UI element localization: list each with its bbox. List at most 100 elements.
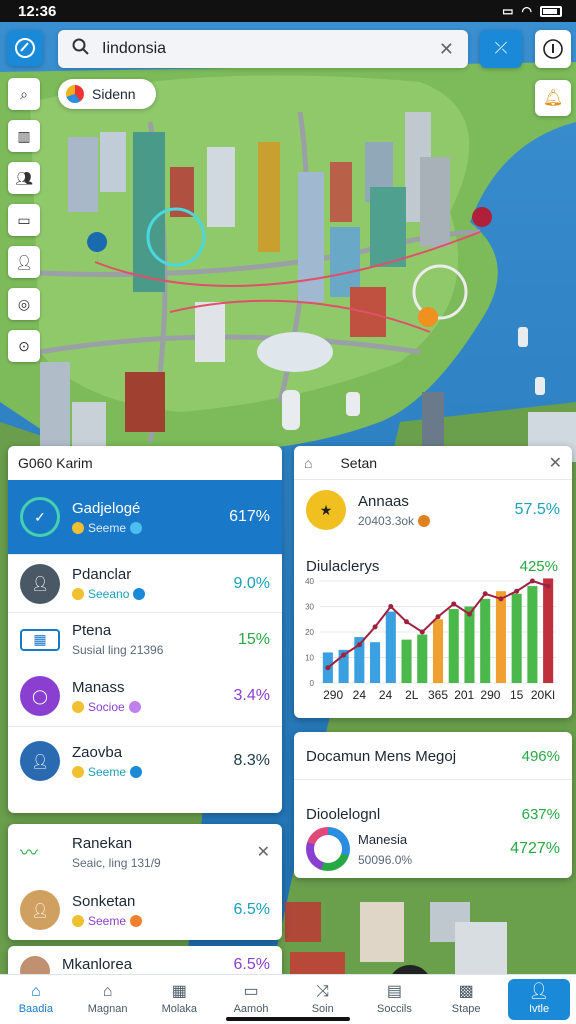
map-toolbar: ⌕ ▥ 👥︎ ▭ 👤︎ ◎ ⊙ (8, 78, 40, 362)
card-icon: ▤ (386, 983, 403, 1000)
item-sub: Seeano (88, 587, 130, 601)
people-icon[interactable]: 👥︎ (8, 162, 40, 194)
status-time: 12:36 (18, 2, 57, 20)
item-title: Manass (72, 678, 125, 696)
donut-label: Manesia (358, 831, 408, 847)
nav-label: Ivtle (528, 1003, 550, 1015)
line-point (498, 596, 504, 602)
stats-icon[interactable]: ▥ (8, 120, 40, 152)
list-item[interactable]: 👤︎ Pdanclar Seeano 9.0% (8, 554, 282, 612)
bar (464, 606, 475, 683)
donut-sub: 50096.0% (358, 852, 413, 867)
list-item[interactable]: ▦ Ptena Susial ling 21396 15% (8, 612, 282, 666)
chart-title: Diulaclerys (306, 558, 380, 575)
directions-button[interactable]: ⤫ (480, 30, 522, 68)
search-bar[interactable]: ✕ (58, 30, 468, 68)
card-header: ⌂ Setan ✕ (294, 446, 572, 480)
locate-icon[interactable]: ⊙ (8, 330, 40, 362)
item-title: Mkanlorea (62, 956, 133, 973)
x-tick-label: 2L (405, 688, 419, 702)
item-percent: 15% (237, 630, 270, 648)
nav-home[interactable]: ⌂ Baadia (0, 975, 72, 1024)
tag-icon (72, 588, 84, 600)
item-title: Gadjelogé (72, 499, 141, 517)
item-percent: 6.5% (233, 901, 270, 918)
donut-percent: 4727% (510, 840, 560, 857)
app-logo-button[interactable] (7, 30, 43, 66)
compass-icon[interactable]: ◎ (8, 288, 40, 320)
search-area-icon[interactable]: ⌕ (8, 78, 40, 110)
line-point (545, 583, 551, 589)
tag-icon (72, 914, 84, 927)
nav-profile-button[interactable]: 👤︎ Ivtle (508, 979, 571, 1020)
profile-icon: 👤︎ (528, 983, 550, 1000)
location-logo-icon (66, 85, 84, 103)
nav-stape[interactable]: ▩ Stape (430, 975, 502, 1024)
location-chip[interactable]: Sidenn (58, 79, 156, 109)
search-icon (72, 38, 94, 61)
chart-percent: 425% (519, 558, 558, 575)
list-item[interactable]: ✓ Gadjelogé Seeme 617% (8, 480, 282, 554)
tag-icon (72, 521, 84, 534)
bar (543, 578, 554, 683)
panel-subtitle: Seaic, ling 131/9 (72, 855, 161, 870)
bar (401, 639, 412, 683)
line-point (419, 629, 425, 635)
summary-title: Annaas (358, 492, 409, 510)
line-point (404, 619, 410, 625)
clear-icon[interactable]: ✕ (439, 39, 454, 60)
bookmark-icon: ▭ (243, 983, 259, 1000)
info-icon (543, 39, 563, 59)
check-icon: ✓ (20, 497, 60, 537)
badge-icon (418, 514, 431, 527)
search-input[interactable] (102, 40, 439, 58)
summary-row[interactable]: ★ Annaas 20403.3ok 57.5% (294, 480, 572, 540)
user-icon[interactable]: 👤︎ (8, 246, 40, 278)
x-tick-label: 201 (454, 688, 474, 702)
bar (480, 598, 491, 683)
nav-magnan[interactable]: ⌂ Magnan (72, 975, 144, 1024)
cast-icon: ▭ (502, 4, 514, 18)
donut-row[interactable]: Manesia 50096.0% 4727% (294, 823, 572, 871)
bar (385, 611, 396, 683)
badge-icon (130, 521, 143, 534)
info-button[interactable] (535, 30, 571, 68)
panel-header: G060 Karim (8, 446, 282, 480)
nav-label: Baadia (18, 1003, 53, 1015)
status-bar: 12:36 ▭ ◠ (0, 0, 576, 22)
document-title: Docamun Mens Megoj (306, 748, 457, 765)
line-point (388, 604, 394, 609)
item-title: Sonketan (72, 892, 136, 910)
badge-icon (130, 765, 143, 778)
summary-percent: 57.5% (514, 501, 560, 518)
bar (417, 634, 428, 683)
directions-icon: ⤫ (494, 40, 508, 57)
notifications-button[interactable]: 🔔︎ (535, 80, 571, 116)
nav-soccils[interactable]: ▤ Soccils (359, 975, 431, 1024)
item-percent: 617% (229, 508, 270, 525)
nav-label: Molaka (161, 1003, 198, 1015)
document-percent: 496% (521, 748, 560, 765)
bar (432, 619, 444, 683)
list-item[interactable]: 👤︎ Sonketan Seeme 6.5% (8, 880, 282, 940)
sub-header: Dioolelognl 637% (294, 779, 572, 823)
y-tick-label: 40 (305, 577, 314, 586)
bar (495, 591, 506, 683)
item-title: Ptena (72, 622, 112, 639)
panel-header: 〰 Ranekan Seaic, ling 131/9 ✕ (8, 824, 282, 880)
nav-molaka[interactable]: ▦ Molaka (143, 975, 215, 1024)
line-point (435, 614, 441, 620)
list-item[interactable]: ◯ Manass Socioe 3.4% (8, 666, 282, 726)
panel-title: Ranekan (72, 834, 133, 852)
layers-icon[interactable]: ▭ (8, 204, 40, 236)
bar (511, 593, 522, 683)
y-tick-label: 0 (310, 679, 315, 688)
line-point (466, 611, 472, 617)
x-tick-label: 15 (510, 688, 524, 702)
y-tick-label: 20 (305, 628, 314, 637)
close-icon[interactable]: ✕ (549, 453, 562, 473)
close-icon[interactable]: ✕ (257, 842, 270, 862)
summary-sub: 20403.3ok (358, 513, 415, 528)
home-icon: ⌂ (31, 983, 41, 1000)
list-item[interactable]: 👤︎ Zaovba Seeme 8.3% (8, 726, 282, 795)
